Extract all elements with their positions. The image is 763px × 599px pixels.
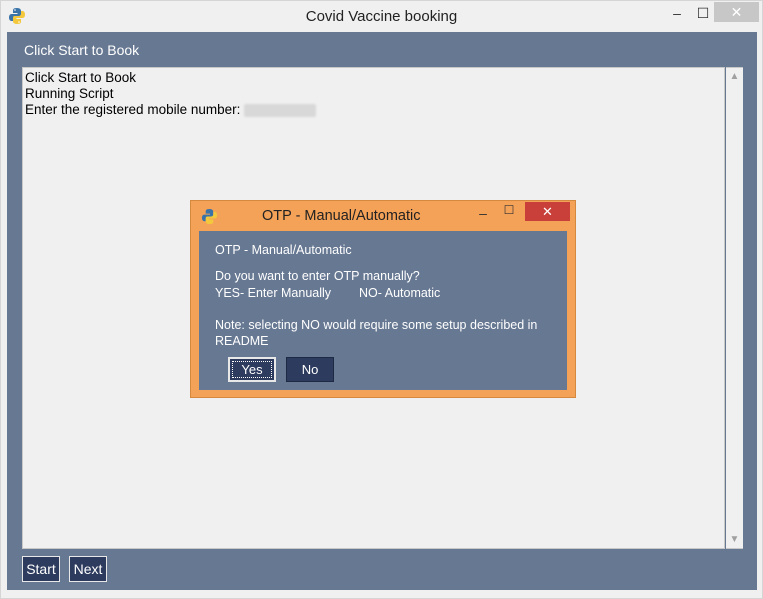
redacted-mobile-number [244,103,317,117]
dialog-body: OTP - Manual/Automatic Do you want to en… [199,231,567,390]
scroll-up-icon[interactable]: ▲ [726,68,743,85]
dialog-maximize-button[interactable]: ☐ [502,203,516,217]
yes-button[interactable]: Yes [228,357,276,382]
close-button[interactable]: ✕ [714,2,759,22]
dialog-options: YES- Enter Manually NO- Automatic [215,286,440,300]
dialog-title: OTP - Manual/Automatic [262,208,421,224]
dialog-minimize-button[interactable]: – [476,205,490,221]
next-button[interactable]: Next [69,556,107,582]
window-title: Covid Vaccine booking [305,8,458,25]
minimize-button[interactable]: – [665,3,689,23]
maximize-button[interactable]: ☐ [691,3,715,23]
start-button[interactable]: Start [22,556,60,582]
output-line: Running Script [25,86,114,101]
dialog-note-readme: README [215,334,269,348]
title-bar[interactable]: Covid Vaccine booking – ☐ ✕ [1,1,762,31]
main-window: Covid Vaccine booking – ☐ ✕ Click Start … [0,0,763,599]
otp-dialog: OTP - Manual/Automatic – ☐ ✕ OTP - Manua… [190,200,576,398]
no-button[interactable]: No [286,357,334,382]
yes-option-text: YES- Enter Manually [215,286,332,300]
dialog-question: Do you want to enter OTP manually? [215,269,420,283]
mobile-prompt: Enter the registered mobile number: [25,102,241,117]
no-option-text: NO- Automatic [359,286,441,300]
dialog-heading: OTP - Manual/Automatic [215,243,352,257]
dialog-close-button[interactable]: ✕ [525,202,570,221]
scroll-down-icon[interactable]: ▼ [726,531,743,548]
output-line-mobile: Enter the registered mobile number: [25,102,317,117]
output-line: Click Start to Book [25,70,137,85]
dialog-note: Note: selecting NO would require some se… [215,318,538,332]
vertical-scrollbar[interactable]: ▲ ▼ [726,67,743,549]
status-label: Click Start to Book [24,42,140,58]
python-icon [201,208,218,225]
